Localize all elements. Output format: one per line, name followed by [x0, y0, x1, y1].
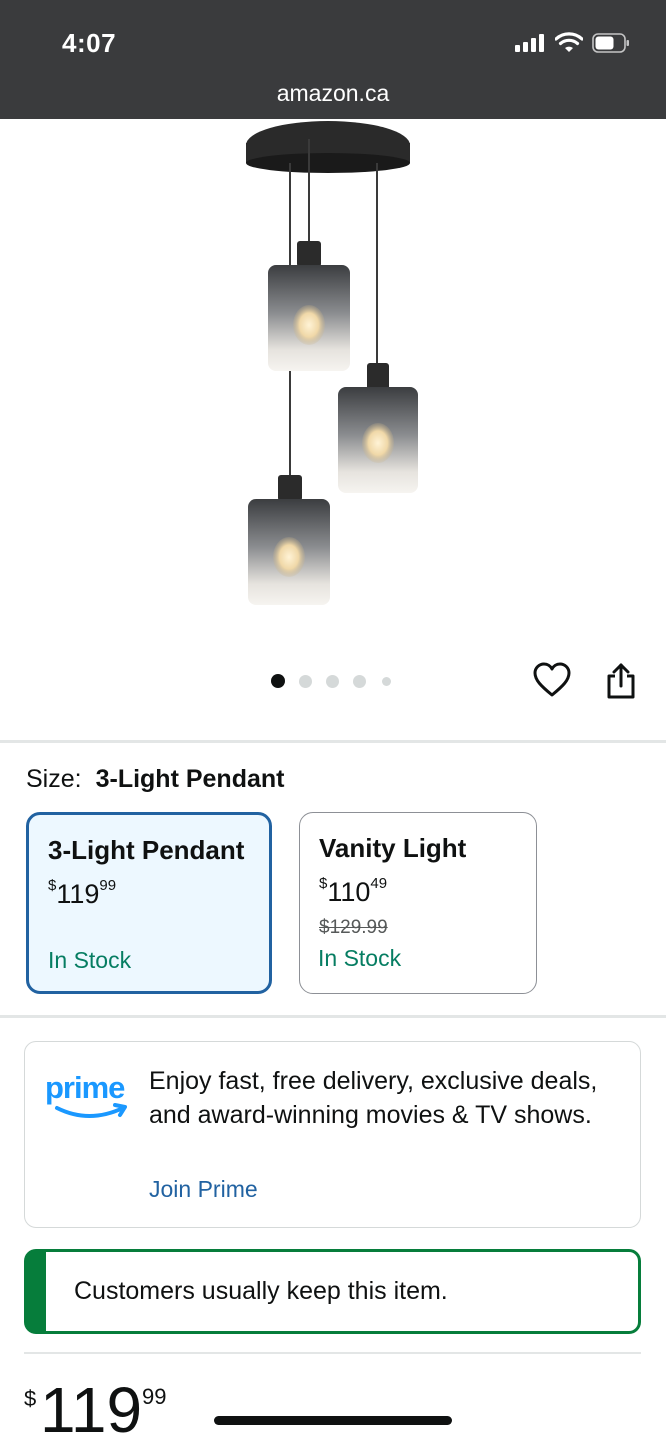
url-bar[interactable]: amazon.ca [0, 80, 666, 107]
prime-logo: prime [45, 1070, 127, 1118]
section-divider [24, 1352, 641, 1354]
heart-icon[interactable] [533, 662, 571, 698]
product-image[interactable] [200, 119, 460, 619]
carousel-dot-active[interactable] [271, 674, 285, 688]
size-selected-value: 3-Light Pendant [95, 765, 285, 793]
prime-description: Enjoy fast, free delivery, exclusive dea… [149, 1067, 598, 1129]
option-price-fraction: 49 [370, 875, 388, 892]
image-carousel-dots[interactable] [271, 673, 401, 689]
price-fraction: 99 [142, 1384, 167, 1409]
wifi-icon [555, 32, 583, 52]
carousel-dot[interactable] [382, 677, 391, 686]
carousel-dot[interactable] [299, 675, 312, 688]
prime-logo-text: prime [45, 1070, 125, 1105]
size-option-3-light-pendant[interactable]: 3-Light Pendant $11999 In Stock [26, 812, 272, 994]
prime-promo-card: prime Enjoy fast, free delivery, exclusi… [24, 1041, 641, 1228]
size-label: Size: [26, 765, 82, 793]
battery-icon [592, 33, 629, 53]
home-indicator[interactable] [214, 1416, 452, 1425]
share-icon[interactable] [604, 662, 638, 700]
status-time: 4:07 [62, 28, 117, 58]
section-divider [0, 740, 666, 743]
option-list-price: $129.99 [319, 917, 388, 938]
option-price-currency: $ [319, 875, 328, 892]
option-price-whole: 119 [56, 879, 100, 909]
size-selector-heading: Size: 3-Light Pendant [26, 765, 284, 794]
carousel-dot[interactable] [353, 675, 366, 688]
option-price: $11999 [48, 877, 117, 910]
status-bar: 4:07 amazon.ca [0, 0, 666, 119]
option-title: Vanity Light [319, 833, 467, 863]
option-price: $11049 [319, 875, 388, 908]
option-price-currency: $ [48, 877, 57, 894]
section-divider [0, 1015, 666, 1018]
size-option-vanity-light[interactable]: Vanity Light $11049 $129.99 In Stock [299, 812, 537, 994]
option-price-whole: 110 [327, 877, 371, 907]
carousel-dot[interactable] [326, 675, 339, 688]
option-stock-status: In Stock [48, 947, 132, 973]
option-stock-status: In Stock [318, 945, 402, 971]
cellular-signal-icon [515, 34, 547, 52]
option-title: 3-Light Pendant [48, 835, 245, 865]
price-whole: 119 [40, 1374, 143, 1440]
price-currency: $ [24, 1386, 37, 1411]
keep-item-text: Customers usually keep this item. [74, 1277, 448, 1305]
join-prime-link[interactable]: Join Prime [149, 1176, 258, 1203]
option-price-fraction: 99 [99, 877, 117, 894]
keep-item-notice: Customers usually keep this item. [24, 1249, 641, 1334]
